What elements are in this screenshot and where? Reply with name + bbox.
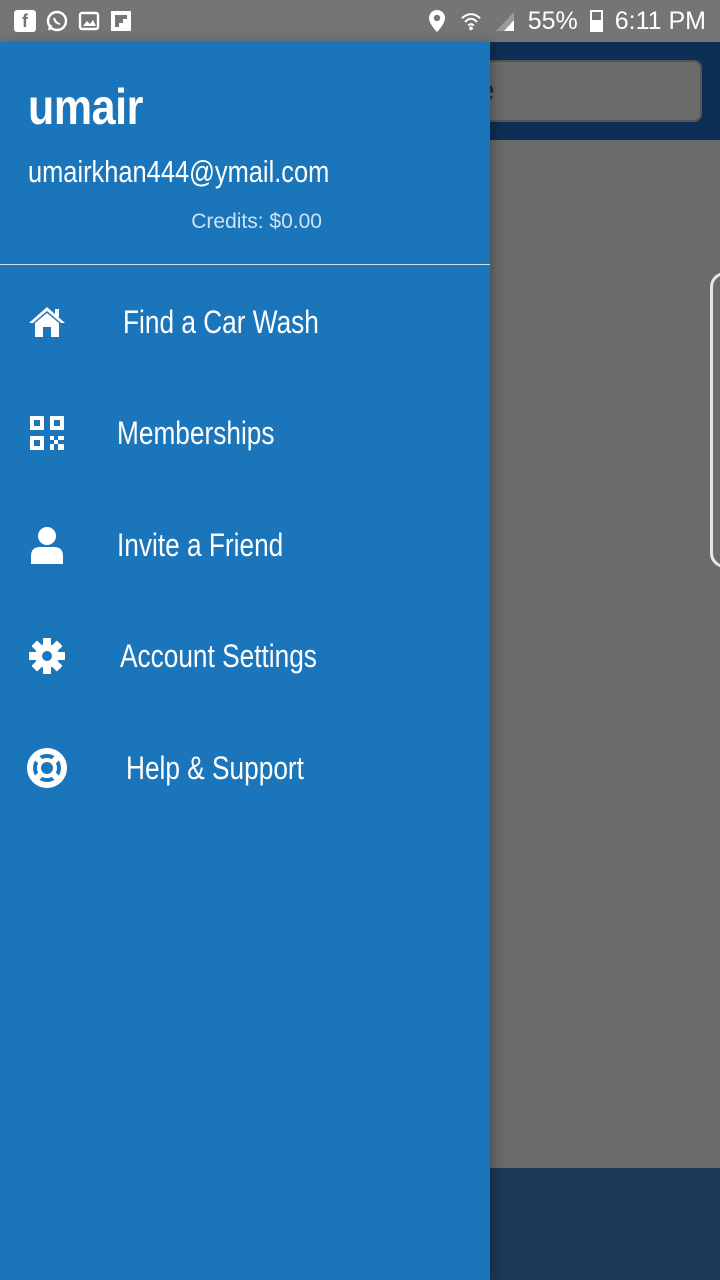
location-icon	[426, 10, 448, 32]
signal-icon	[494, 10, 516, 32]
battery-icon	[589, 10, 603, 32]
user-email: umairkhan444@ymail.com	[28, 154, 330, 189]
menu-item-account-settings[interactable]: Account Settings	[0, 606, 490, 706]
home-icon	[26, 301, 68, 343]
facebook-icon: f	[14, 10, 36, 32]
navigation-drawer: umair umairkhan444@ymail.com Credits: $0…	[0, 42, 490, 1280]
user-name: umair	[28, 79, 143, 135]
menu-label: Invite a Friend	[117, 526, 284, 563]
gallery-icon	[78, 10, 100, 32]
user-icon	[26, 524, 68, 566]
lifebuoy-icon	[26, 747, 68, 789]
menu-label: Account Settings	[120, 637, 317, 674]
menu-label: Help & Support	[126, 749, 304, 786]
menu-label: Find a Car Wash	[123, 303, 319, 340]
menu-item-help-support[interactable]: Help & Support	[0, 718, 490, 818]
menu-item-find-car-wash[interactable]: Find a Car Wash	[0, 272, 490, 372]
menu-label: Memberships	[117, 414, 275, 451]
qr-code-icon	[26, 412, 68, 454]
menu-item-memberships[interactable]: Memberships	[0, 383, 490, 483]
menu-item-invite-friend[interactable]: Invite a Friend	[0, 495, 490, 595]
content-card[interactable]	[710, 272, 720, 568]
search-input[interactable]: e	[470, 60, 702, 122]
gear-icon	[26, 635, 68, 677]
status-bar: f 55% 6:11 PM	[0, 0, 720, 42]
user-credits: Credits: $0.00	[191, 210, 322, 233]
flipboard-icon	[110, 10, 132, 32]
drawer-header: umair umairkhan444@ymail.com Credits: $0…	[0, 42, 490, 265]
whatsapp-icon	[46, 10, 68, 32]
battery-percent: 55%	[527, 6, 578, 35]
clock: 6:11 PM	[614, 6, 706, 35]
wifi-icon	[460, 10, 482, 32]
